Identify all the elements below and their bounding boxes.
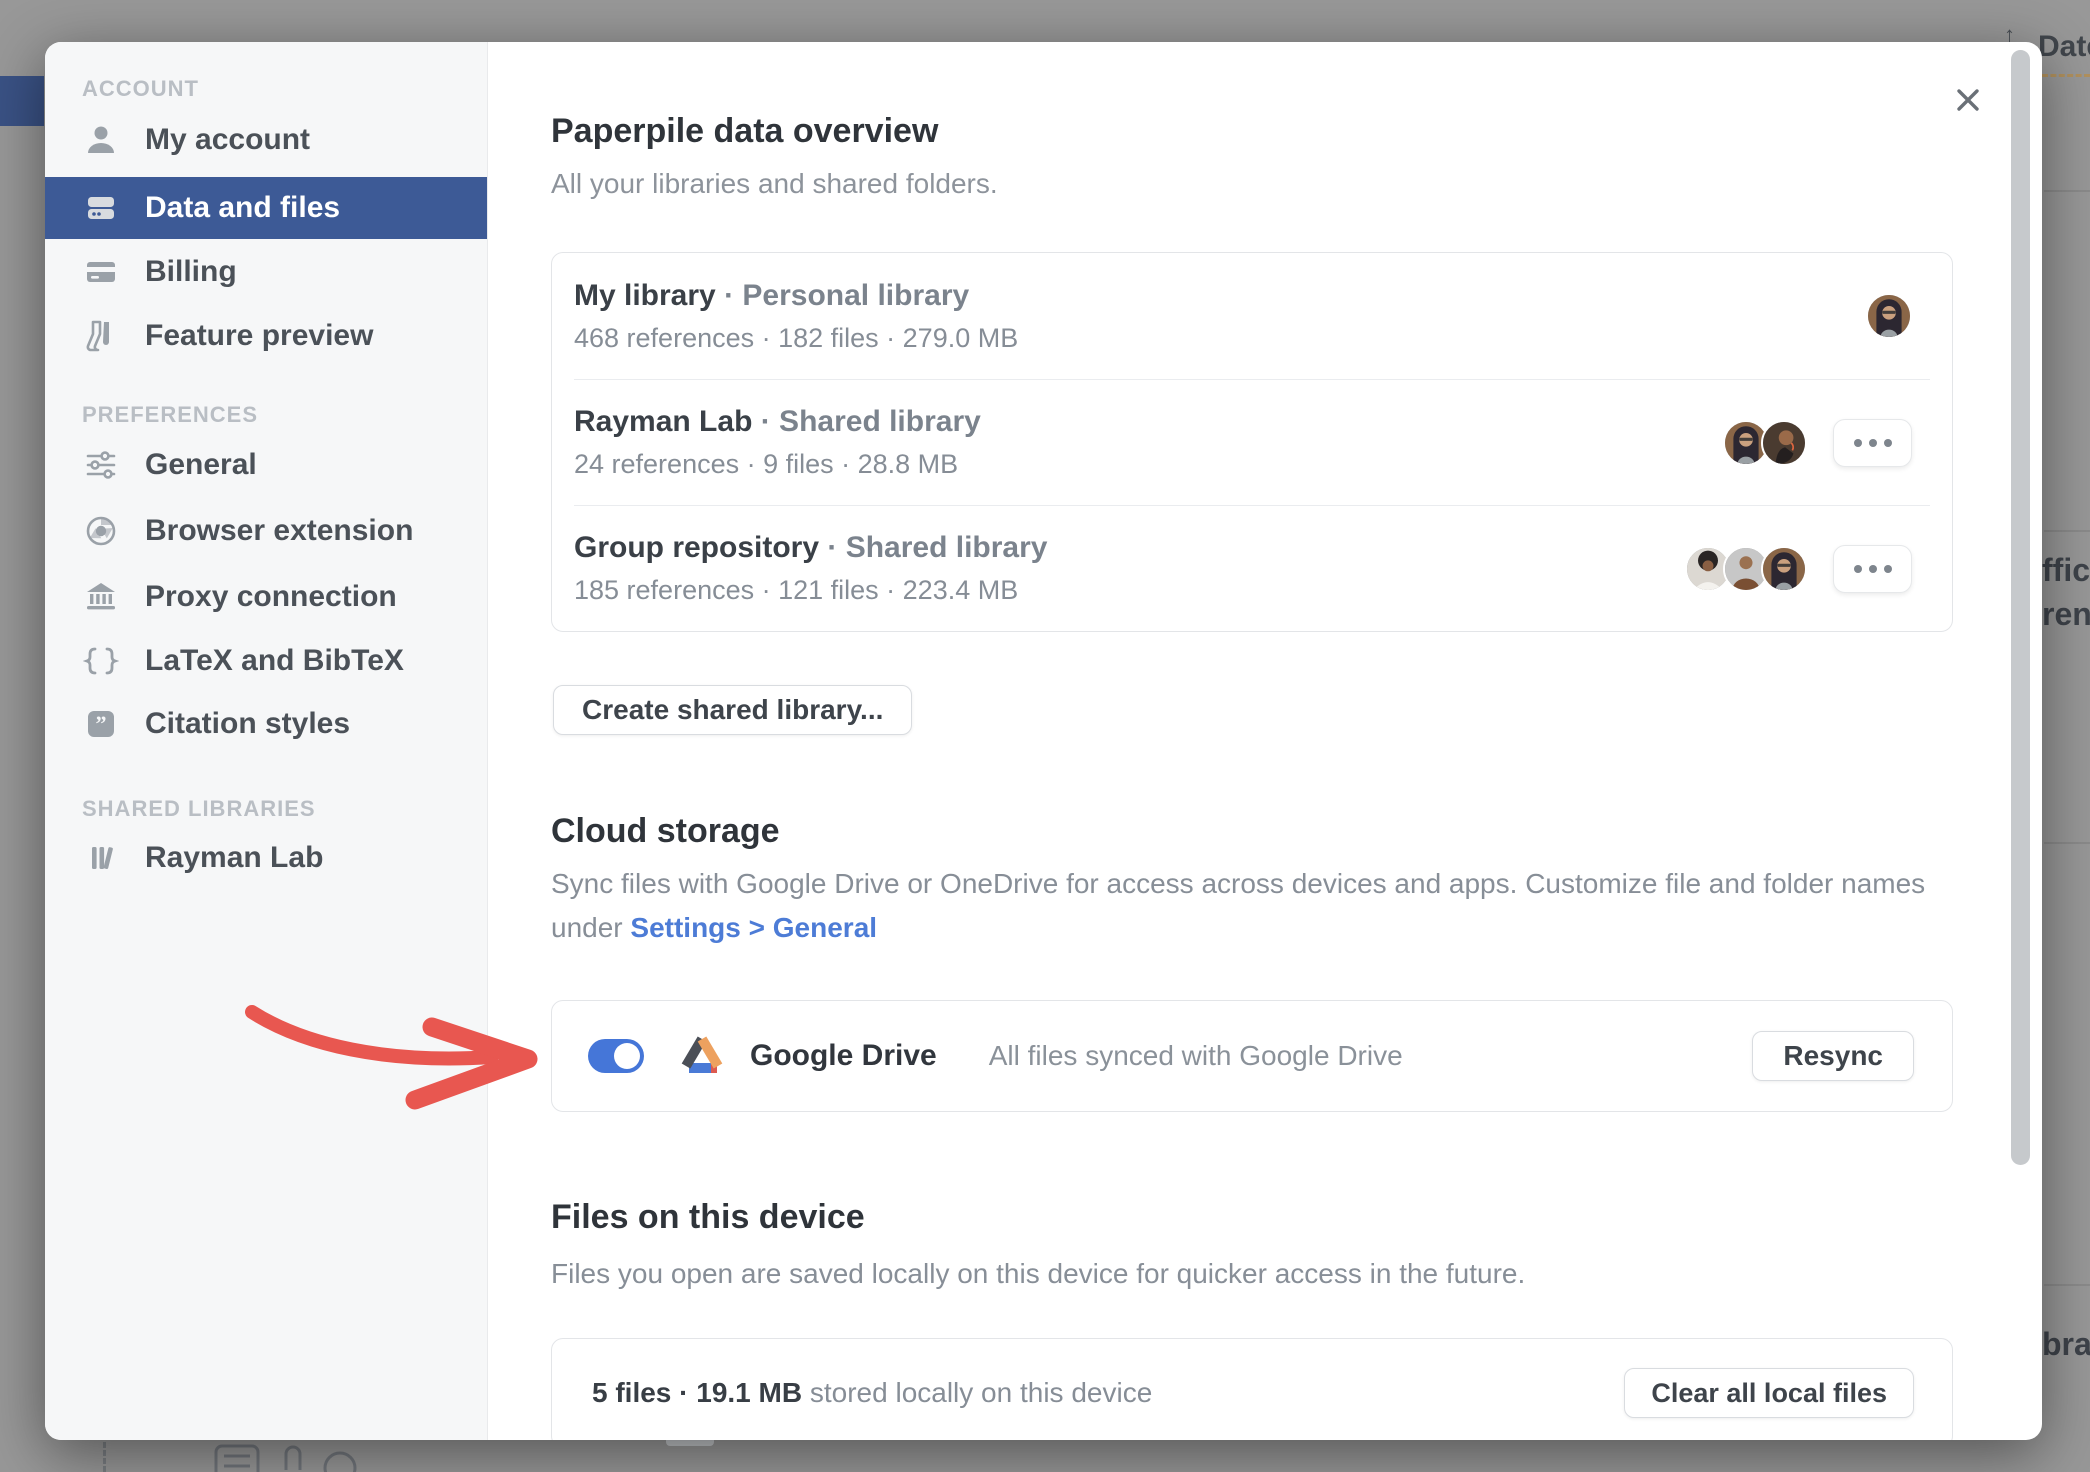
sidebar-item-label: Citation styles bbox=[145, 707, 350, 741]
sidebar-item-label: Rayman Lab bbox=[145, 841, 323, 875]
background-date-column-header: Date bbox=[2038, 30, 2090, 70]
background-row-line bbox=[2044, 190, 2090, 192]
page-subtitle: All your libraries and shared folders. bbox=[551, 168, 998, 200]
local-files-heading: Files on this device bbox=[551, 1198, 865, 1237]
avatar-group bbox=[1723, 420, 1807, 466]
sidebar-item-citation-styles[interactable]: ” Citation styles bbox=[45, 693, 487, 755]
sidebar-item-general[interactable]: General bbox=[45, 434, 487, 496]
sidebar-item-label: Proxy connection bbox=[145, 580, 397, 614]
settings-sidebar: ACCOUNT My account Data and files bbox=[45, 42, 488, 1440]
background-toolbar-icons bbox=[200, 1442, 400, 1472]
library-menu-button[interactable] bbox=[1833, 545, 1912, 593]
dialog-main: Paperpile data overview All your librari… bbox=[487, 42, 2042, 1440]
background-dashed-divider bbox=[103, 1442, 106, 1472]
person-icon bbox=[79, 122, 123, 158]
sidebar-item-browser-extension[interactable]: Browser extension bbox=[45, 500, 487, 562]
background-row-line bbox=[2044, 1284, 2090, 1286]
sidebar-item-label: My account bbox=[145, 123, 310, 157]
library-row-rayman-lab: Rayman Lab · Shared library 24 reference… bbox=[574, 379, 1930, 505]
sidebar-item-label: Browser extension bbox=[145, 514, 413, 548]
cloud-storage-heading: Cloud storage bbox=[551, 812, 780, 851]
library-name: Group repository bbox=[574, 531, 819, 564]
sidebar-section-account: ACCOUNT bbox=[82, 76, 199, 102]
google-drive-status: All files synced with Google Drive bbox=[989, 1040, 1403, 1072]
sidebar-section-preferences: PREFERENCES bbox=[82, 402, 258, 428]
library-name: Rayman Lab bbox=[574, 405, 752, 438]
background-dashed-line bbox=[2042, 74, 2090, 77]
google-drive-label: Google Drive bbox=[750, 1039, 937, 1073]
library-name: My library bbox=[574, 279, 716, 312]
sidebar-item-label: Feature preview bbox=[145, 319, 373, 353]
google-drive-toggle[interactable] bbox=[588, 1039, 644, 1073]
background-nav-fragment bbox=[0, 76, 44, 126]
background-row-line bbox=[2044, 530, 2090, 532]
sidebar-item-my-account[interactable]: My account bbox=[45, 109, 487, 171]
sidebar-item-label: General bbox=[145, 448, 257, 482]
bank-icon bbox=[79, 579, 123, 615]
page-title: Paperpile data overview bbox=[551, 112, 938, 151]
sliders-icon bbox=[79, 447, 123, 483]
library-type: · Shared library bbox=[761, 405, 981, 438]
library-type: · Personal library bbox=[724, 279, 969, 312]
create-shared-library-button[interactable]: Create shared library... bbox=[553, 685, 912, 735]
library-menu-button[interactable] bbox=[1833, 419, 1912, 467]
library-stats: 468 references · 182 files · 279.0 MB bbox=[574, 323, 1018, 354]
avatar bbox=[1866, 293, 1912, 339]
local-files-summary: 5 files · 19.1 MB stored locally on this… bbox=[592, 1377, 1152, 1409]
sidebar-item-proxy-connection[interactable]: Proxy connection bbox=[45, 566, 487, 628]
local-files-card: 5 files · 19.1 MB stored locally on this… bbox=[551, 1338, 1953, 1440]
library-stats: 24 references · 9 files · 28.8 MB bbox=[574, 449, 981, 480]
screen: ↑ Date ffic ren bra ACCOUNT My account bbox=[0, 0, 2090, 1472]
local-files-summary-rest: stored locally on this device bbox=[802, 1377, 1152, 1408]
dialog-scrollbar[interactable] bbox=[2011, 50, 2030, 1165]
libraries-card: My library · Personal library 468 refere… bbox=[551, 252, 1953, 632]
flask-icon bbox=[79, 318, 123, 354]
google-drive-card: Google Drive All files synced with Googl… bbox=[551, 1000, 1953, 1112]
background-partial-text: ren bbox=[2042, 596, 2090, 633]
close-icon bbox=[1953, 85, 1983, 115]
svg-text:”: ” bbox=[96, 711, 107, 736]
library-stats: 185 references · 121 files · 223.4 MB bbox=[574, 575, 1047, 606]
clear-local-files-button[interactable]: Clear all local files bbox=[1624, 1368, 1914, 1418]
avatar-group bbox=[1685, 546, 1807, 592]
sidebar-section-shared-libraries: SHARED LIBRARIES bbox=[82, 796, 316, 822]
sidebar-item-data-and-files[interactable]: Data and files bbox=[45, 177, 487, 239]
local-files-description: Files you open are saved locally on this… bbox=[551, 1252, 1971, 1296]
sidebar-item-rayman-lab[interactable]: Rayman Lab bbox=[45, 827, 487, 889]
sidebar-item-label: Data and files bbox=[145, 191, 340, 225]
cloud-storage-description: Sync files with Google Drive or OneDrive… bbox=[551, 862, 1971, 950]
settings-dialog: ACCOUNT My account Data and files bbox=[45, 42, 2042, 1440]
library-type: · Shared library bbox=[827, 531, 1047, 564]
google-drive-icon bbox=[678, 1033, 726, 1080]
close-button[interactable] bbox=[1946, 78, 1990, 122]
library-row-group-repository: Group repository · Shared library 185 re… bbox=[574, 505, 1930, 631]
braces-icon bbox=[79, 643, 123, 679]
avatar bbox=[1761, 420, 1807, 466]
background-row-line bbox=[2044, 842, 2090, 844]
avatar bbox=[1761, 546, 1807, 592]
drive-icon bbox=[79, 190, 123, 226]
background-partial-text: bra bbox=[2042, 1326, 2090, 1363]
avatar-group bbox=[1866, 293, 1912, 339]
sidebar-item-label: Billing bbox=[145, 255, 237, 289]
quote-icon: ” bbox=[79, 706, 123, 742]
sidebar-item-billing[interactable]: Billing bbox=[45, 241, 487, 303]
resync-button[interactable]: Resync bbox=[1752, 1031, 1914, 1081]
sidebar-item-latex-bibtex[interactable]: LaTeX and BibTeX bbox=[45, 630, 487, 692]
sidebar-item-feature-preview[interactable]: Feature preview bbox=[45, 305, 487, 367]
settings-general-link[interactable]: Settings > General bbox=[630, 912, 877, 943]
chrome-icon bbox=[79, 513, 123, 549]
toggle-knob bbox=[614, 1043, 640, 1069]
books-icon bbox=[79, 840, 123, 876]
sidebar-item-label: LaTeX and BibTeX bbox=[145, 644, 404, 678]
local-files-summary-bold: 5 files · 19.1 MB bbox=[592, 1377, 802, 1408]
library-row-my-library: My library · Personal library 468 refere… bbox=[574, 253, 1930, 379]
credit-card-icon bbox=[79, 254, 123, 290]
background-partial-text: ffic bbox=[2042, 552, 2090, 589]
